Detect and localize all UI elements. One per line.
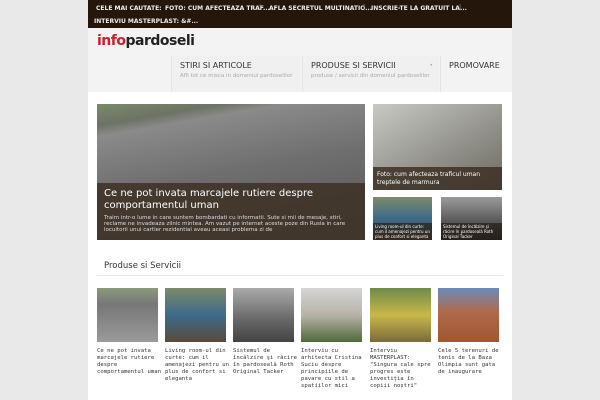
top-bar: CELE MAI CAUTATE: FOTO: CUM AFECTEAZA TR… bbox=[88, 0, 512, 28]
product-title[interactable]: Sistemul de încălzire şi răcire în pardo… bbox=[233, 348, 297, 376]
product-title[interactable]: Cele 5 terenuri de tenis de la Baza Olim… bbox=[438, 348, 502, 376]
nav-title: PRODUSE SI SERVICII bbox=[311, 61, 396, 70]
most-searched-label: CELE MAI CAUTATE: bbox=[96, 5, 162, 12]
page: CELE MAI CAUTATE: FOTO: CUM AFECTEAZA TR… bbox=[88, 0, 512, 400]
logo-part: info bbox=[97, 33, 126, 49]
separator: | bbox=[459, 4, 462, 11]
featured-caption: Ce ne pot invata marcajele rutiere despr… bbox=[97, 183, 365, 240]
nav-produse[interactable]: PRODUSE SI SERVICII produse / servicii di… bbox=[302, 56, 439, 92]
product-thumbnail[interactable] bbox=[233, 288, 294, 342]
product-title[interactable]: Interviu cu arhitecta Cristina Suciu des… bbox=[301, 348, 365, 390]
product-title[interactable]: Living room-ul din curte: cum il amenaje… bbox=[165, 348, 229, 383]
separator: | bbox=[363, 4, 366, 11]
side-title: Living room-ul din curte: cum il amenaje… bbox=[373, 223, 432, 240]
product-thumbnail[interactable] bbox=[370, 288, 431, 342]
featured-title[interactable]: Ce ne pot invata marcajele rutiere despr… bbox=[104, 188, 358, 212]
product-thumbnail[interactable] bbox=[438, 288, 499, 342]
side-article[interactable]: Living room-ul din curte: cum il amenaje… bbox=[373, 197, 432, 240]
side-article[interactable]: Sistemul de încălzire şi răcire în pardo… bbox=[441, 197, 502, 240]
nav-title: PROMOVARE bbox=[449, 61, 500, 70]
top-link[interactable]: AFLA SECRETUL MULTINATIO... bbox=[269, 5, 372, 12]
nav-title: STIRI SI ARTICOLE bbox=[180, 61, 252, 70]
nav-subtitle: Afli tot ce misca in domeniul pardoselil… bbox=[180, 73, 293, 79]
nav-stiri[interactable]: STIRI SI ARTICOLE Afli tot ce misca in do… bbox=[171, 56, 301, 92]
nav-subtitle: produse / servicii din domeniul pardosel… bbox=[311, 73, 430, 79]
featured-excerpt: Traim intr-o lume in care suntem bombard… bbox=[104, 215, 346, 233]
product-title[interactable]: Interviu MASTERPLAST: "Singura cale spre… bbox=[370, 348, 434, 390]
product-thumbnail[interactable] bbox=[165, 288, 226, 342]
product-title[interactable]: Ce ne pot invata marcajele rutiere despr… bbox=[97, 348, 161, 376]
nav-promovare[interactable]: PROMOVARE bbox=[440, 56, 512, 92]
featured-article[interactable]: Ce ne pot invata marcajele rutiere despr… bbox=[97, 104, 365, 240]
side-article[interactable]: Foto: cum afecteaza traficul uman trepte… bbox=[373, 104, 502, 190]
logo[interactable]: infopardoseli bbox=[97, 33, 195, 49]
top-link[interactable]: INSCRIE-TE LA GRATUIT LA... bbox=[371, 5, 467, 12]
divider bbox=[97, 275, 503, 276]
logo-part: pardoseli bbox=[125, 33, 195, 49]
header: infopardoseli STIRI SI ARTICOLE Afli tot … bbox=[88, 28, 512, 92]
product-thumbnail[interactable] bbox=[301, 288, 362, 342]
dropdown-icon: • bbox=[429, 62, 433, 69]
top-link[interactable]: FOTO: CUM AFECTEAZA TRAF... bbox=[165, 5, 270, 12]
side-title: Sistemul de încălzire şi răcire în pardo… bbox=[441, 223, 502, 240]
top-link[interactable]: INTERVIU MASTERPLAST: &#... bbox=[94, 18, 198, 25]
separator: | bbox=[259, 4, 262, 11]
product-thumbnail[interactable] bbox=[97, 288, 158, 342]
side-title: Foto: cum afecteaza traficul uman trepte… bbox=[373, 167, 502, 190]
section-title: Produse si Servicii bbox=[104, 261, 182, 271]
